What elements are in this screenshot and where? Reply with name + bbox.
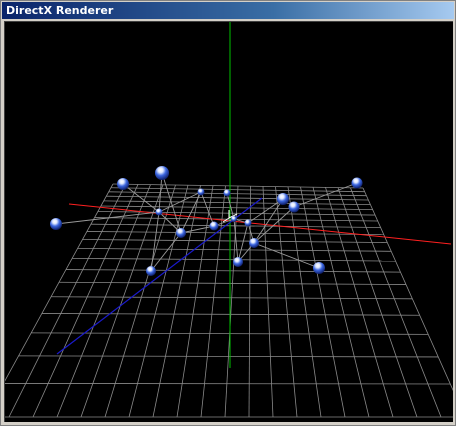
node-sphere <box>155 208 163 216</box>
node-sphere <box>244 219 252 227</box>
grid-line <box>176 185 214 418</box>
grid-line <box>337 187 418 418</box>
node-sphere <box>288 201 300 213</box>
node-sphere <box>176 228 186 238</box>
node-link <box>253 242 320 269</box>
axes <box>56 22 452 368</box>
grid-line <box>362 187 453 392</box>
grid-line <box>56 184 151 418</box>
node-sphere <box>233 257 243 267</box>
node-links <box>55 172 358 272</box>
window-title: DirectX Renderer <box>6 4 114 17</box>
grid-line <box>8 184 126 418</box>
node-sphere <box>209 221 219 231</box>
scene-canvas[interactable] <box>5 22 453 422</box>
node-sphere <box>231 216 237 222</box>
node-sphere <box>117 178 129 190</box>
ground-grid <box>5 183 453 418</box>
node-sphere <box>197 188 205 196</box>
title-bar[interactable]: DirectX Renderer <box>2 2 454 19</box>
node-sphere <box>313 262 325 274</box>
node-link <box>180 225 215 234</box>
render-viewport[interactable] <box>4 21 453 422</box>
z-axis-line <box>56 197 263 355</box>
node-sphere <box>249 238 259 248</box>
node-sphere <box>50 218 62 230</box>
grid-line <box>350 187 442 418</box>
node-sphere <box>155 166 169 180</box>
node-sphere <box>223 189 231 197</box>
renderer-window: DirectX Renderer <box>0 0 456 426</box>
grid-line <box>128 185 189 418</box>
node-sphere <box>351 177 363 189</box>
grid-line <box>300 186 346 418</box>
grid-line <box>104 184 176 418</box>
node-sphere <box>146 266 156 276</box>
node-sphere <box>277 193 289 205</box>
grid-line <box>325 187 394 418</box>
grid-line <box>287 186 322 418</box>
grid-line <box>312 187 370 418</box>
